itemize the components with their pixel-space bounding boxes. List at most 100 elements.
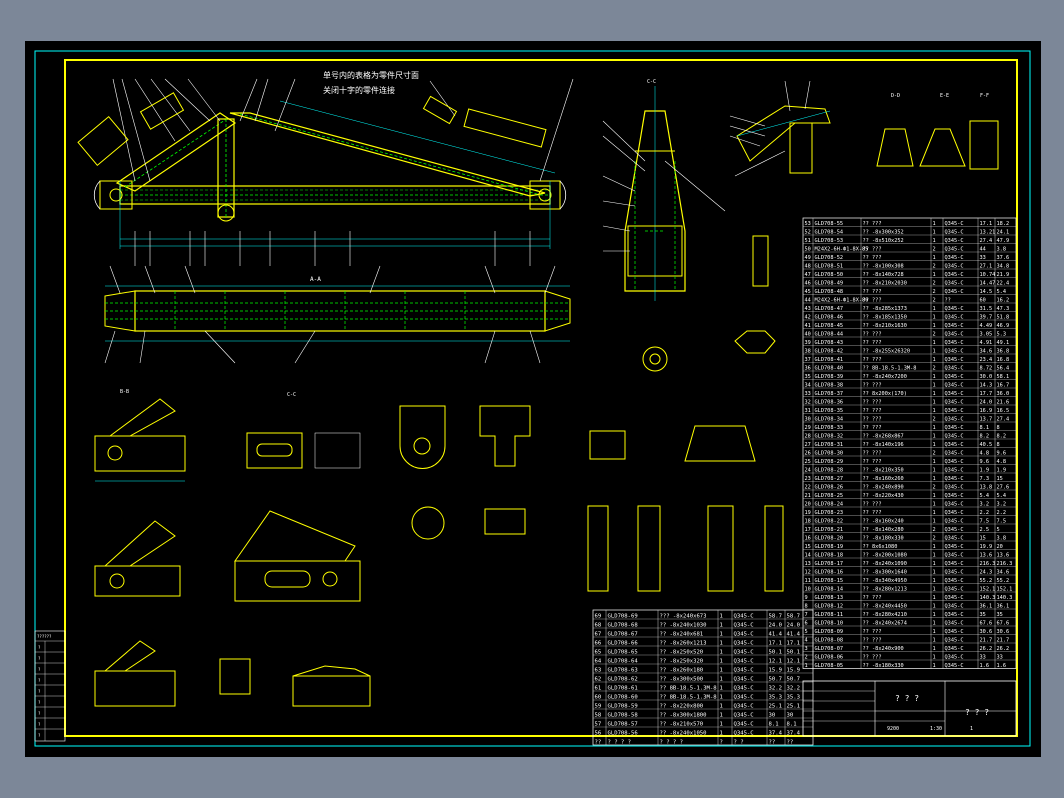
right-part-row-cell: 39 bbox=[805, 340, 811, 346]
right-part-row-cell: 24.3 bbox=[980, 569, 993, 575]
right-part-row-cell: 1 bbox=[933, 569, 936, 575]
right-part-row-cell: ?? ??? bbox=[863, 297, 882, 303]
bottom-part-row-cell: 35.3 bbox=[787, 694, 800, 700]
right-part-row-cell: 32 bbox=[805, 399, 811, 405]
right-part-row-cell: GLD708-22 bbox=[815, 518, 844, 524]
cad-drawing-canvas[interactable]: 单号内的表格为零件尺寸面 关闭十字的零件连接 A-A C-C D-D E-E F… bbox=[25, 41, 1041, 757]
cad-viewport[interactable]: 单号内的表格为零件尺寸面 关闭十字的零件连接 A-A C-C D-D E-E F… bbox=[25, 41, 1041, 757]
side-elevation-view[interactable]: C-C bbox=[602, 79, 726, 301]
right-part-row-cell: 38 bbox=[805, 348, 811, 354]
bottom-part-row-cell: GLD708-57 bbox=[608, 721, 638, 727]
revision-table-left[interactable]: ?????? ????????? bbox=[34, 630, 66, 742]
bottom-part-row-cell: 30 bbox=[769, 712, 776, 718]
right-part-row-cell: ?? 8x200x(170) bbox=[863, 391, 907, 397]
right-part-row-cell: 2 bbox=[933, 289, 936, 295]
right-part-row-cell: ?? -8x300x352 bbox=[863, 229, 904, 235]
bottom-part-row-cell: GLD708-68 bbox=[608, 622, 638, 628]
right-part-row-cell: ?? 8B-18.5-1.3M-8 bbox=[863, 365, 917, 371]
right-part-row-cell: ?? -8x160x240 bbox=[863, 518, 904, 524]
bottom-part-row-cell: 8.1 bbox=[787, 721, 797, 727]
right-part-row-cell: 1 bbox=[933, 272, 936, 278]
parts-list-right[interactable]: 53 GLD708-55?? ??? 1 Q345-C 17.1 18.252 GLD708… bbox=[802, 217, 1017, 669]
right-part-row-cell: 22.4 bbox=[997, 280, 1010, 286]
right-part-row-cell: ?? 8x6x1080 bbox=[863, 544, 898, 550]
right-part-row-cell: 4 bbox=[805, 637, 808, 643]
right-part-row-cell: 2.5 bbox=[980, 527, 990, 533]
right-part-row-cell: 8.2 bbox=[980, 433, 990, 439]
right-part-row-cell: Q345-C bbox=[945, 467, 964, 473]
right-part-row-cell: 1 bbox=[933, 340, 936, 346]
right-part-row-cell: 1 bbox=[933, 382, 936, 388]
bottom-part-row-header-cell: ?? bbox=[787, 739, 794, 745]
bottom-part-row-cell: 12.1 bbox=[769, 658, 782, 664]
right-part-row-cell: GLD708-15 bbox=[815, 578, 844, 584]
right-part-row-cell: 29 bbox=[805, 425, 811, 431]
right-part-row-cell: Q345-C bbox=[945, 501, 964, 507]
parts-list-bottom[interactable]: 69 GLD708-69 ??? -8x240x673 1 Q345-C 58.7 58.7… bbox=[592, 609, 814, 745]
bottom-part-row-cell: ?? -8x250x320 bbox=[660, 658, 704, 664]
right-part-row-cell: 3 bbox=[805, 646, 808, 652]
right-part-row-cell: 216.3 bbox=[997, 561, 1013, 567]
right-part-row-cell: 2 bbox=[933, 331, 936, 337]
right-part-row-cell: GLD708-35 bbox=[815, 408, 844, 414]
right-part-row-cell: Q345-C bbox=[945, 510, 964, 516]
title-block[interactable]: ? ? ? ? ? ? 9200 1:30 1 bbox=[802, 680, 1017, 737]
right-part-row-cell: 26.2 bbox=[997, 646, 1010, 652]
right-part-row-cell: 5.4 bbox=[997, 493, 1007, 499]
right-part-row-cell: 8.72 bbox=[980, 365, 993, 371]
right-part-row-cell: GLD708-07 bbox=[815, 646, 844, 652]
bottom-part-row-cell: Q345-C bbox=[734, 667, 754, 673]
right-part-row-cell: 4.91 bbox=[980, 340, 993, 346]
right-part-row-cell: 1 bbox=[933, 493, 936, 499]
right-part-row-cell: 27.4 bbox=[980, 238, 993, 244]
right-part-row-cell: 8 bbox=[997, 442, 1000, 448]
right-part-row-cell: 24.1 bbox=[997, 229, 1010, 235]
right-part-row-cell: GLD708-20 bbox=[815, 535, 844, 541]
right-part-row-cell: 41 bbox=[805, 323, 811, 329]
bottom-part-row-cell: GLD708-62 bbox=[608, 676, 638, 682]
right-part-row-cell: GLD708-51 bbox=[815, 263, 844, 269]
right-part-row-cell: 1 bbox=[933, 306, 936, 312]
right-part-row-cell: 47.3 bbox=[997, 306, 1010, 312]
right-part-row-cell: GLD708-17 bbox=[815, 561, 844, 567]
right-part-row-cell: GLD708-42 bbox=[815, 348, 844, 354]
right-part-row-cell: 3.8 bbox=[997, 535, 1007, 541]
right-part-row-cell: 1 bbox=[933, 348, 936, 354]
right-part-row-cell: 30.0 bbox=[980, 374, 993, 380]
right-part-row-cell: 33 bbox=[805, 391, 811, 397]
bottom-part-row-cell: 1 bbox=[720, 631, 723, 637]
right-part-row-cell: Q345-C bbox=[945, 306, 964, 312]
main-elevation-view[interactable]: 单号内的表格为零件尺寸面 关闭十字的零件连接 bbox=[77, 70, 574, 266]
right-part-row-cell: Q345-C bbox=[945, 484, 964, 490]
right-part-row-cell: ?? -8x100x308 bbox=[863, 263, 904, 269]
bottom-part-row-cell: GLD708-69 bbox=[608, 613, 638, 619]
bottom-part-row-header-cell: ?? bbox=[595, 739, 602, 745]
bottom-part-row-cell: 58 bbox=[595, 712, 602, 718]
right-part-row-cell: ?? ??? bbox=[863, 340, 882, 346]
right-part-row-cell: Q345-C bbox=[945, 272, 964, 278]
right-part-row-cell: 1 bbox=[933, 391, 936, 397]
right-part-row-cell: 2.2 bbox=[980, 510, 990, 516]
right-part-row-cell: Q345-C bbox=[945, 374, 964, 380]
right-part-row-cell: 25 bbox=[805, 459, 811, 465]
right-part-row-cell: ?? ??? bbox=[863, 510, 882, 516]
right-part-row-cell: 1.9 bbox=[997, 467, 1007, 473]
right-part-row-cell: 19.9 bbox=[980, 544, 993, 550]
right-part-row-cell: GLD708-14 bbox=[815, 586, 844, 592]
right-part-row-cell: GLD708-30 bbox=[815, 450, 844, 456]
right-part-row-cell: GLD708-41 bbox=[815, 357, 844, 363]
bottom-part-row-cell: 12.1 bbox=[787, 658, 800, 664]
right-part-row-cell: GLD708-11 bbox=[815, 612, 844, 618]
right-part-row-cell: GLD708-39 bbox=[815, 374, 844, 380]
right-part-row-cell: 16 bbox=[805, 535, 811, 541]
bottom-part-row-cell: Q345-C bbox=[734, 694, 754, 700]
note-line-1: 单号内的表格为零件尺寸面 bbox=[323, 70, 419, 80]
right-part-row-cell: 36 bbox=[805, 365, 811, 371]
right-part-row-cell: 1 bbox=[933, 399, 936, 405]
bottom-part-row-cell: ?? -8x240x681 bbox=[660, 631, 704, 637]
right-part-row-cell: GLD708-13 bbox=[815, 595, 844, 601]
right-part-row-cell: 13.21 bbox=[980, 229, 996, 235]
plan-view-a-a[interactable]: A-A bbox=[104, 265, 571, 364]
right-part-row-cell: GLD708-29 bbox=[815, 459, 844, 465]
right-part-row-cell: 30 bbox=[805, 416, 811, 422]
